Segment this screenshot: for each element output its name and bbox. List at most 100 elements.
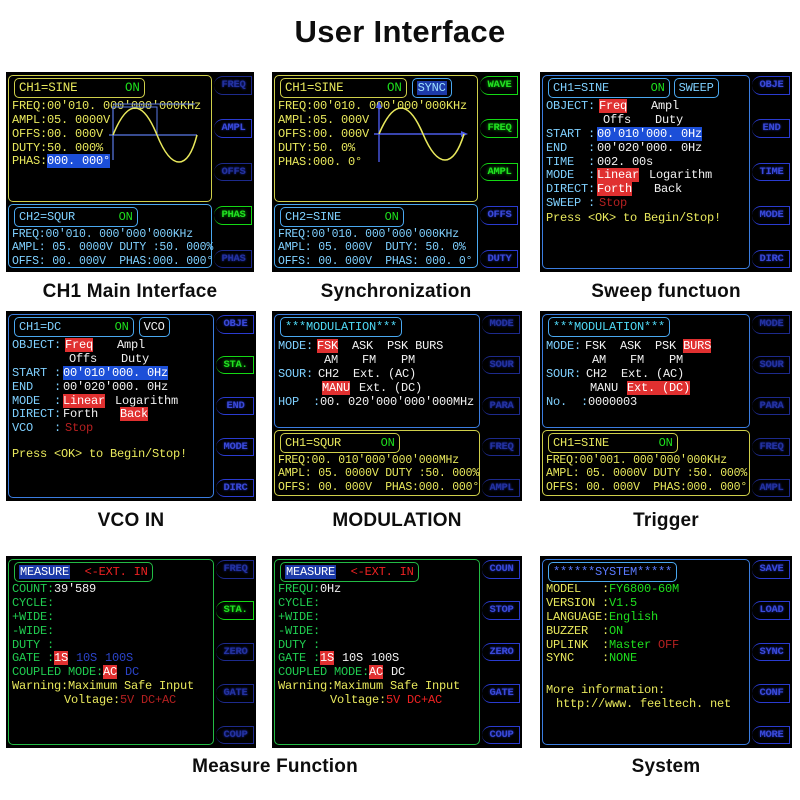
softkey-gate[interactable]: GATE — [216, 684, 254, 703]
mod-mode-fsk[interactable]: FSK — [317, 338, 338, 353]
sweep-start-value[interactable]: 00'010'000. 0Hz — [597, 126, 702, 141]
mod-mode-psk[interactable]: PSK — [387, 339, 408, 353]
trig-sour-manu[interactable]: MANU — [590, 381, 618, 395]
softkey-duty[interactable]: DUTY — [480, 249, 518, 268]
softkey-mode[interactable]: MODE — [482, 315, 520, 334]
mod-mode-burs[interactable]: BURS — [415, 339, 443, 353]
softkey-zero[interactable]: ZERO — [482, 642, 520, 662]
mod-param-value[interactable]: 00. 020'000'000'000MHz — [320, 395, 474, 409]
trig-mode-fm[interactable]: FM — [630, 353, 644, 367]
softkey-stop[interactable]: STOP — [482, 601, 520, 620]
softkey-mode[interactable]: MODE — [216, 437, 254, 457]
sweep-object-offs[interactable]: Offs — [603, 113, 631, 127]
sweep-end-value[interactable]: 00'020'000. 0Hz — [597, 141, 702, 155]
sweep-direct-back[interactable]: Back — [654, 182, 682, 196]
trig-mode-fsk[interactable]: FSK — [585, 339, 606, 353]
meas2-gate-1s[interactable]: 1S — [320, 651, 334, 666]
softkey-zero[interactable]: ZERO — [216, 642, 254, 662]
meas1-coupled-dc[interactable]: DC — [125, 665, 139, 679]
vco-object-offs[interactable]: Offs — [69, 352, 97, 366]
mod-mode-ask[interactable]: ASK — [352, 339, 373, 353]
softkey-mode[interactable]: MODE — [752, 206, 790, 225]
vco-direct-forth[interactable]: Forth — [63, 407, 98, 421]
softkey-phas[interactable]: PHAS — [214, 249, 252, 268]
mod-mode-pm[interactable]: PM — [401, 353, 415, 367]
sweep-object-freq[interactable]: Freq — [599, 98, 627, 113]
meas1-gate-100s[interactable]: 100S — [105, 651, 133, 665]
ch1-phas-value[interactable]: 000. 000° — [47, 154, 110, 169]
softkey-para[interactable]: PARA — [482, 396, 520, 416]
softkey-end[interactable]: END — [752, 119, 790, 138]
softkey-obje[interactable]: OBJE — [216, 315, 254, 334]
vco-direct-back[interactable]: Back — [120, 407, 148, 422]
softkey-sour[interactable]: SOUR — [482, 355, 520, 375]
meas2-coupled-dc[interactable]: DC — [391, 665, 405, 679]
mod-sour-manu[interactable]: MANU — [322, 380, 350, 395]
softkey-ampl[interactable]: AMPL — [214, 119, 252, 138]
sweep-time-value[interactable]: 002. 00s — [597, 155, 653, 169]
softkey-phas-active[interactable]: PHAS — [214, 206, 252, 225]
softkey-sync[interactable]: SYNC — [752, 642, 790, 662]
mod-sour-ch2[interactable]: CH2 — [318, 367, 339, 381]
softkey-freq[interactable]: FREQ — [214, 76, 252, 95]
softkey-dirc[interactable]: DIRC — [216, 478, 254, 497]
softkey-end[interactable]: END — [216, 396, 254, 416]
trig-sour-ch2[interactable]: CH2 — [586, 367, 607, 381]
softkey-save[interactable]: SAVE — [752, 560, 790, 579]
softkey-dirc[interactable]: DIRC — [752, 249, 790, 268]
softkey-more[interactable]: MORE — [752, 725, 790, 744]
softkey-load[interactable]: LOAD — [752, 601, 790, 620]
mod-sour-ext-dc[interactable]: Ext. (DC) — [359, 381, 422, 395]
trig-mode-psk[interactable]: PSK — [655, 339, 676, 353]
trig-mode-burs[interactable]: BURS — [683, 338, 711, 353]
softkey-freq[interactable]: FREQ — [480, 119, 518, 138]
trig-sour-ext-ac[interactable]: Ext. (AC) — [621, 367, 684, 381]
sweep-direct-forth[interactable]: Forth — [597, 182, 632, 197]
softkey-sta[interactable]: STA. — [216, 601, 254, 620]
vco-object-ampl[interactable]: Ampl — [117, 338, 145, 352]
softkey-gate[interactable]: GATE — [482, 684, 520, 703]
trig-mode-pm[interactable]: PM — [669, 353, 683, 367]
softkey-ampl[interactable]: AMPL — [482, 478, 520, 497]
meas2-coupled-ac[interactable]: AC — [369, 665, 383, 680]
meas2-gate-100s[interactable]: 100S — [371, 651, 399, 665]
sweep-mode-linear[interactable]: Linear — [597, 168, 639, 183]
trig-mode-ask[interactable]: ASK — [620, 339, 641, 353]
softkey-ampl[interactable]: AMPL — [752, 478, 790, 497]
softkey-para[interactable]: PARA — [752, 396, 790, 416]
meas1-gate-1s[interactable]: 1S — [54, 651, 68, 666]
vco-object-duty[interactable]: Duty — [121, 352, 149, 366]
softkey-time[interactable]: TIME — [752, 162, 790, 182]
softkey-offs[interactable]: OFFS — [214, 162, 252, 182]
trig-mode-am[interactable]: AM — [592, 353, 606, 367]
softkey-conf[interactable]: CONF — [752, 684, 790, 703]
sys-sync-value[interactable]: NONE — [609, 651, 637, 665]
trig-param-value[interactable]: 0000003 — [588, 395, 637, 409]
softkey-offs[interactable]: OFFS — [480, 206, 518, 225]
meas1-gate-10s[interactable]: 10S — [76, 651, 97, 665]
softkey-wave[interactable]: WAVE — [480, 76, 518, 95]
softkey-obje[interactable]: OBJE — [752, 76, 790, 95]
mod-sour-ext-ac[interactable]: Ext. (AC) — [353, 367, 416, 381]
sys-uplink-extra[interactable]: OFF — [658, 638, 679, 652]
sweep-mode-logarithm[interactable]: Logarithm — [649, 168, 712, 182]
meas2-gate-10s[interactable]: 10S — [342, 651, 363, 665]
softkey-freq[interactable]: FREQ — [216, 560, 254, 579]
softkey-coup[interactable]: COUP — [216, 725, 254, 744]
softkey-coup[interactable]: COUP — [482, 725, 520, 744]
vco-mode-logarithm[interactable]: Logarithm — [115, 394, 178, 408]
trig-sour-ext-dc[interactable]: Ext. (DC) — [627, 380, 690, 395]
softkey-freq[interactable]: FREQ — [752, 437, 790, 457]
meas1-coupled-ac[interactable]: AC — [103, 665, 117, 680]
softkey-coun[interactable]: COUN — [482, 560, 520, 579]
sys-language-value[interactable]: English — [609, 610, 658, 624]
softkey-freq[interactable]: FREQ — [482, 437, 520, 457]
sweep-object-ampl[interactable]: Ampl — [651, 99, 679, 113]
vco-mode-linear[interactable]: Linear — [63, 393, 105, 408]
mod-mode-fm[interactable]: FM — [362, 353, 376, 367]
vco-object-freq[interactable]: Freq — [65, 337, 93, 352]
sys-uplink-value[interactable]: Master — [609, 638, 651, 652]
sys-buzzer-value[interactable]: ON — [609, 624, 623, 638]
softkey-sour[interactable]: SOUR — [752, 355, 790, 375]
sweep-object-duty[interactable]: Duty — [655, 113, 683, 127]
